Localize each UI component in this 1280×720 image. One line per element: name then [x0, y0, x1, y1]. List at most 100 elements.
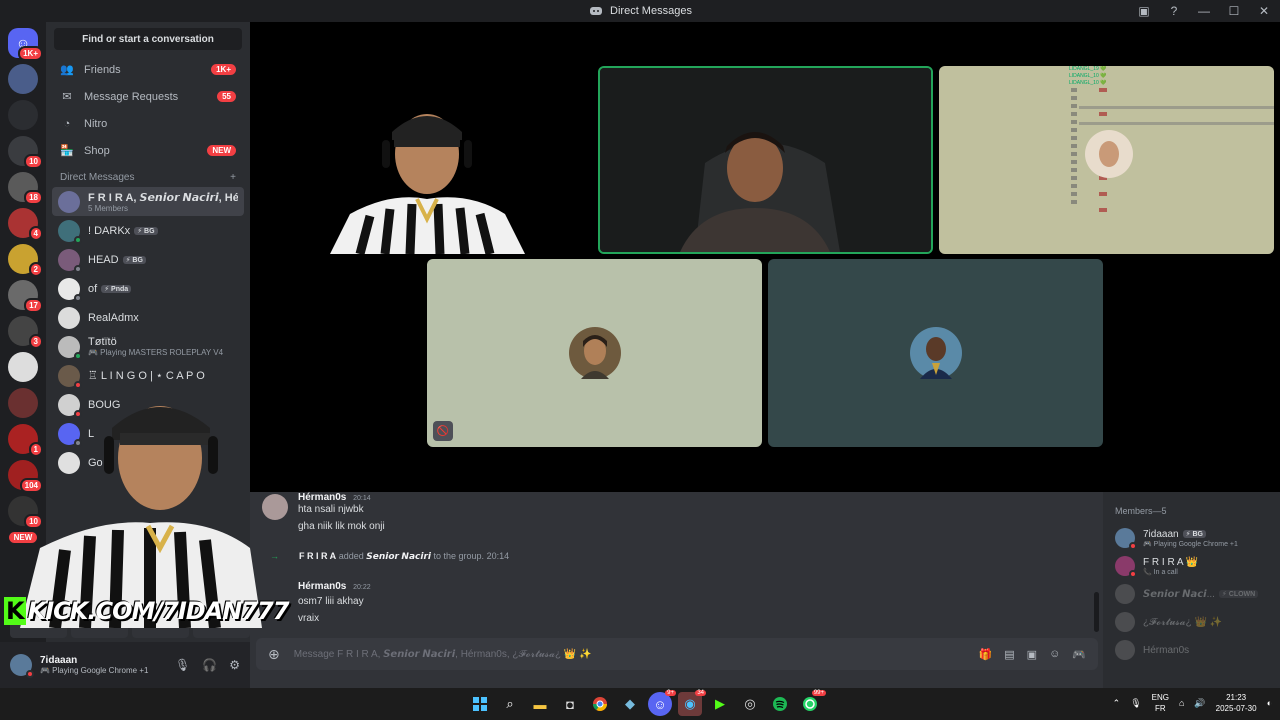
kick-url: KICK.COM/7IDAN777: [27, 597, 290, 625]
member-item[interactable]: ¿𝓕𝓸𝓻𝓽𝓾𝓼𝓪¿ 👑 ✨: [1115, 608, 1268, 636]
inbox-icon[interactable]: ▣: [1136, 3, 1152, 19]
server-badge: 2: [28, 262, 43, 277]
message-author[interactable]: Hérman0s: [298, 581, 346, 592]
server-icon[interactable]: 2: [8, 244, 43, 277]
microphone-icon[interactable]: 🎙: [175, 658, 190, 672]
member-name: Hérman0s: [1143, 645, 1189, 656]
start-windows-icon[interactable]: [468, 692, 492, 716]
dm-name-text: HEAD: [88, 253, 119, 266]
member-item[interactable]: 𝙎𝙚𝙣𝙞𝙤𝙧 𝙉𝙖𝙘𝙞... ⚡ CLOWN: [1115, 580, 1268, 608]
headphones-icon[interactable]: 🎧: [202, 658, 217, 672]
video-tile-speaking[interactable]: [598, 66, 933, 254]
dm-item[interactable]: of ⚡ Pnda: [52, 274, 244, 303]
minimize-button[interactable]: —: [1196, 3, 1212, 19]
dm-item[interactable]: HEAD ⚡ BG: [52, 245, 244, 274]
microphone-tray-icon[interactable]: 🎙: [1130, 698, 1141, 709]
member-name: F R I R A 👑: [1143, 557, 1198, 568]
member-name-text: 7idaaan: [1143, 528, 1179, 540]
apps-icon[interactable]: 🎮: [1072, 648, 1086, 661]
server-icon[interactable]: 17: [8, 280, 43, 313]
gif-icon[interactable]: ▤: [1004, 648, 1014, 661]
taskbar: ⌕ ▬ ◘ ◆ ☺ 9+ ◉ 34 ▶ ◎ 99+ ⌃ 🎙 ENG FR ⌂ 🔊 2…: [0, 688, 1280, 720]
discord-home-icon[interactable]: ☺ 1K+: [8, 28, 43, 61]
system-target[interactable]: 𝙎𝙚𝙣𝙞𝙤𝙧 𝙉𝙖𝙘𝙞𝙧𝙞: [366, 551, 431, 561]
maximize-button[interactable]: ☐: [1226, 3, 1242, 19]
message-line: gha niik lik mok onji: [298, 521, 385, 532]
chevron-up-icon[interactable]: ⌃: [1113, 698, 1121, 709]
video-tile-screenshare[interactable]: LIDANGL_19 💚 LIDANGL_10 💚 LIDANGL_10 💚: [939, 66, 1274, 254]
message-avatar[interactable]: [262, 494, 288, 520]
dm-name: F R I R A, 𝙎𝙚𝙣𝙞𝙤𝙧 𝙉𝙖𝙘𝙞𝙧𝙞, Hér...: [88, 191, 238, 204]
join-arrow-icon: →: [270, 551, 279, 561]
discord-taskbar-icon[interactable]: ☺ 9+: [648, 690, 676, 716]
member-name-text: Hérman0s: [1143, 644, 1190, 656]
dm-tag: ⚡ Pnda: [101, 284, 132, 293]
dm-avatar: [58, 219, 82, 244]
member-item[interactable]: F R I R A 👑 📞 In a call: [1115, 552, 1268, 580]
server-icon[interactable]: [8, 352, 38, 382]
create-dm-button[interactable]: +: [230, 172, 236, 183]
member-avatar: [1115, 528, 1137, 550]
notifications-icon[interactable]: ◐: [1267, 698, 1272, 708]
language-indicator[interactable]: ENG FR: [1152, 692, 1169, 714]
nav-item-friends[interactable]: 👥 Friends 1K+: [54, 56, 242, 83]
message-composer[interactable]: ⊕ Message F R I R A, 𝙎𝙚𝙣𝙞𝙤𝙧 𝙉𝙖𝙘𝙞𝙧𝙞, Hérm…: [256, 638, 1098, 670]
member-item[interactable]: Hérman0s: [1115, 636, 1268, 664]
status-indicator: [1129, 570, 1137, 578]
file-explorer-icon[interactable]: ▬: [528, 692, 552, 716]
dm-item[interactable]: F R I R A, 𝙎𝙚𝙣𝙞𝙤𝙧 𝙉𝙖𝙘𝙞𝙧𝙞, Hér... 5 Member…: [52, 187, 244, 216]
nav-item-nitro[interactable]: ◔ Nitro: [54, 110, 242, 137]
gift-icon[interactable]: 🎁: [979, 648, 993, 661]
settings-gear-icon[interactable]: ⚙: [229, 658, 240, 672]
app2-icon[interactable]: ◉ 34: [678, 690, 706, 716]
user-avatar[interactable]: [10, 654, 34, 678]
whatsapp-icon[interactable]: 99+: [798, 690, 826, 716]
video-tile-streamer[interactable]: [330, 104, 525, 254]
help-icon[interactable]: ?: [1166, 3, 1182, 19]
message-input[interactable]: Message F R I R A, 𝙎𝙚𝙣𝙞𝙤𝙧 𝙉𝙖𝙘𝙞𝙧𝙞, Hérman…: [294, 649, 965, 660]
nav-item-message-requests[interactable]: ✉ Message Requests 55: [54, 83, 242, 110]
store-icon[interactable]: ◘: [558, 692, 582, 716]
server-icon[interactable]: 3: [8, 316, 43, 349]
attach-plus-icon[interactable]: ⊕: [268, 646, 280, 663]
dm-name: of ⚡ Pnda: [88, 283, 132, 295]
dm-item[interactable]: RealAdmx: [52, 303, 244, 332]
sticker-icon[interactable]: ▣: [1027, 648, 1037, 661]
participant-avatar: [909, 327, 962, 379]
dm-item[interactable]: ♖ L I N G O | ⋆ C A P O: [52, 361, 244, 390]
video-tile-avatar-2[interactable]: [768, 259, 1103, 447]
dm-name-text: Tøtïtö: [88, 336, 117, 348]
clock[interactable]: 21:23 2025-07-30: [1216, 692, 1257, 714]
server-icon[interactable]: 10: [8, 136, 43, 169]
volume-icon[interactable]: 🔊: [1194, 698, 1205, 709]
close-button[interactable]: ✕: [1256, 3, 1272, 19]
nitro-icon: ◔: [63, 117, 71, 130]
server-icon[interactable]: 18: [8, 172, 43, 205]
nav-item-shop[interactable]: 🏪 Shop NEW: [54, 137, 242, 164]
system-rest: to the group.: [433, 551, 485, 561]
user-name: 7idaaan: [40, 655, 78, 666]
play-icon[interactable]: ▶: [708, 692, 732, 716]
member-item[interactable]: 7idaaan ⚡ BG 🎮 Playing Google Chrome +1: [1115, 524, 1268, 552]
server-icon[interactable]: 4: [8, 208, 43, 241]
chrome-icon[interactable]: [588, 692, 612, 716]
obs-icon[interactable]: ◎: [738, 692, 762, 716]
app-icon[interactable]: ◆: [618, 692, 642, 716]
dm-item[interactable]: Tøtïtö 🎮 Playing MASTERS ROLEPLAY V4: [52, 332, 244, 361]
member-list: Members—5 7idaaan ⚡ BG 🎮 Playing Google Ch…: [1103, 492, 1280, 688]
search-icon[interactable]: ⌕: [498, 692, 522, 716]
emoji-icon[interactable]: ☺: [1049, 648, 1060, 661]
spotify-icon[interactable]: [768, 692, 792, 716]
network-icon[interactable]: ⌂: [1179, 698, 1184, 708]
streamer-webcam-overlay: [0, 388, 262, 628]
dm-tag: ⚡ BG: [134, 226, 158, 235]
find-conversation-button[interactable]: Find or start a conversation: [54, 28, 242, 50]
scrollbar[interactable]: [1094, 592, 1099, 632]
video-tile-avatar-1[interactable]: 🚫: [427, 259, 762, 447]
server-icon[interactable]: [8, 64, 38, 94]
server-icon[interactable]: [8, 100, 38, 130]
dm-item[interactable]: ! DARKx ⚡ BG: [52, 216, 244, 245]
system-actor[interactable]: F R I R A: [299, 551, 336, 561]
nav-item-count: 55: [217, 91, 236, 102]
message-author[interactable]: Hérman0s: [298, 492, 346, 503]
